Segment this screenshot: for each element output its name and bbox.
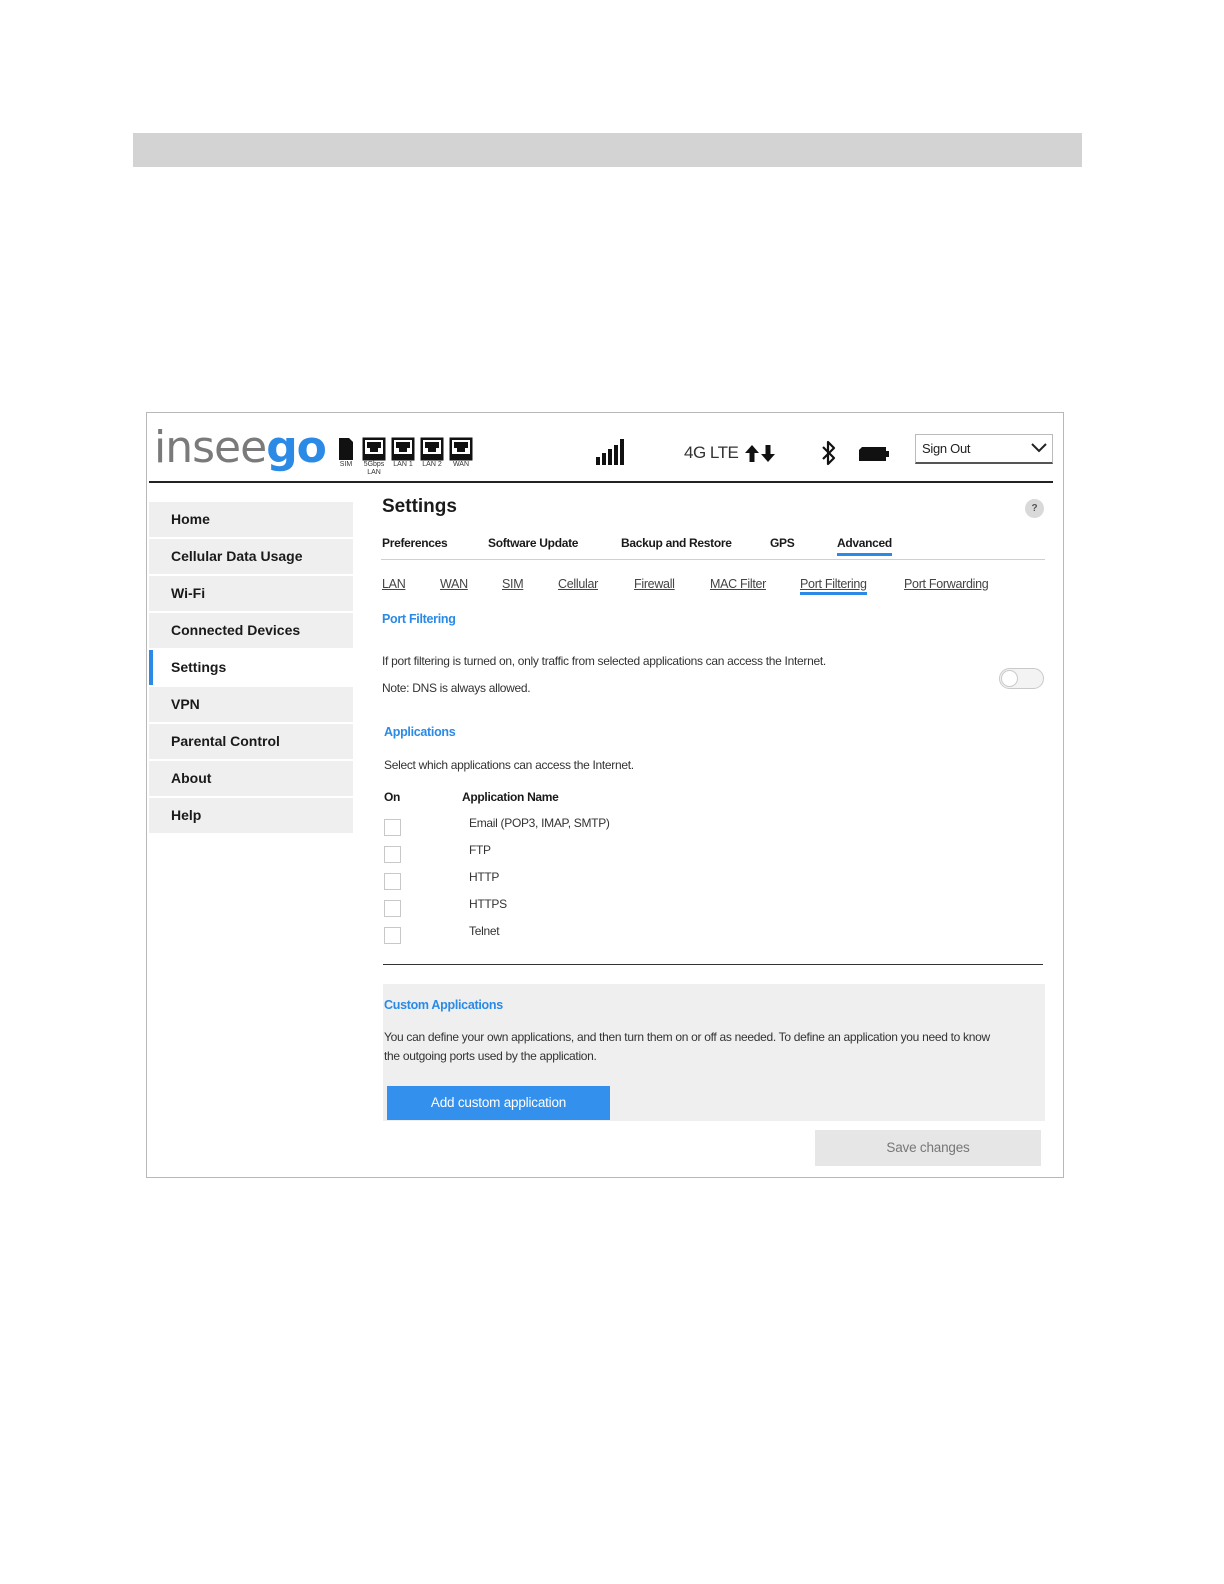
sidebar-item-cellular-data-usage[interactable]: Cellular Data Usage: [149, 539, 353, 574]
tab-gps[interactable]: GPS: [770, 536, 795, 550]
app-checkbox-email[interactable]: [384, 819, 401, 836]
sidebar-item-home[interactable]: Home: [149, 502, 353, 537]
tab-software-update[interactable]: Software Update: [488, 536, 578, 550]
ethernet-port-icon: [420, 437, 444, 461]
tab-backup-and-restore[interactable]: Backup and Restore: [621, 536, 732, 550]
router-admin-window: inseego SIM 5Gbps LAN LAN 1 LAN 2 WAN 4G…: [146, 412, 1064, 1178]
table-row: Email (POP3, IMAP, SMTP): [384, 816, 1024, 843]
app-name: Email (POP3, IMAP, SMTP): [469, 816, 610, 830]
network-type-label: 4G LTE: [684, 443, 739, 462]
chevron-down-icon: [1031, 443, 1047, 453]
page-header-band: [133, 133, 1082, 167]
sidebar-nav: Home Cellular Data Usage Wi-Fi Connected…: [149, 502, 353, 835]
sidebar-item-wifi[interactable]: Wi-Fi: [149, 576, 353, 611]
column-header-application-name: Application Name: [462, 790, 559, 804]
app-name: HTTP: [469, 870, 500, 884]
app-name: FTP: [469, 843, 491, 857]
sidebar-item-parental-control[interactable]: Parental Control: [149, 724, 353, 759]
sidebar-item-about[interactable]: About: [149, 761, 353, 796]
subtab-sim[interactable]: SIM: [502, 577, 524, 591]
port-filtering-heading: Port Filtering: [382, 612, 456, 626]
lan-1-port: LAN 1: [390, 437, 416, 469]
sidebar-item-settings[interactable]: Settings: [149, 650, 353, 685]
custom-applications-heading: Custom Applications: [384, 998, 503, 1012]
custom-applications-description-line-2: the outgoing ports used by the applicati…: [384, 1049, 597, 1063]
lan-2-port: LAN 2: [419, 437, 445, 469]
signal-bars-icon: [596, 439, 624, 465]
port-filtering-toggle[interactable]: [999, 668, 1044, 689]
help-icon[interactable]: ?: [1025, 499, 1044, 518]
sidebar-item-help[interactable]: Help: [149, 798, 353, 833]
table-row: HTTP: [384, 870, 1024, 897]
dns-note: Note: DNS is always allowed.: [382, 681, 531, 695]
bluetooth-icon: [822, 440, 836, 466]
sim-port: SIM: [337, 437, 355, 469]
page-title: Settings: [382, 496, 457, 517]
sidebar-item-vpn[interactable]: VPN: [149, 687, 353, 722]
app-checkbox-telnet[interactable]: [384, 927, 401, 944]
wan-port: WAN: [448, 437, 474, 469]
custom-applications-description-line-1: You can define your own applications, an…: [384, 1030, 990, 1044]
subtab-port-filtering[interactable]: Port Filtering: [800, 577, 867, 595]
table-row: HTTPS: [384, 897, 1024, 924]
port-filtering-description: If port filtering is turned on, only tra…: [382, 654, 826, 668]
subtab-mac-filter[interactable]: MAC Filter: [710, 577, 766, 591]
table-row: FTP: [384, 843, 1024, 870]
lan-5gbps-port: 5Gbps LAN: [361, 437, 387, 477]
sidebar-item-connected-devices[interactable]: Connected Devices: [149, 613, 353, 648]
table-row: Telnet: [384, 924, 1024, 951]
subtab-wan[interactable]: WAN: [440, 577, 468, 591]
top-status-bar: inseego SIM 5Gbps LAN LAN 1 LAN 2 WAN 4G…: [149, 413, 1053, 483]
subtab-lan[interactable]: LAN: [382, 577, 406, 591]
advanced-subtabs: LAN WAN SIM Cellular Firewall MAC Filter…: [381, 577, 1045, 599]
ethernet-port-icon: [391, 437, 415, 461]
tab-advanced[interactable]: Advanced: [837, 536, 892, 556]
subtab-port-forwarding[interactable]: Port Forwarding: [904, 577, 989, 591]
tab-preferences[interactable]: Preferences: [382, 536, 448, 550]
subtab-cellular[interactable]: Cellular: [558, 577, 598, 591]
subtab-firewall[interactable]: Firewall: [634, 577, 675, 591]
section-divider: [383, 964, 1043, 965]
app-checkbox-https[interactable]: [384, 900, 401, 917]
ethernet-port-icon: [449, 437, 473, 461]
applications-heading: Applications: [384, 725, 456, 739]
applications-description: Select which applications can access the…: [384, 758, 634, 772]
app-checkbox-http[interactable]: [384, 873, 401, 890]
battery-icon: [859, 447, 889, 461]
app-checkbox-ftp[interactable]: [384, 846, 401, 863]
sim-card-icon: [339, 438, 353, 460]
app-name: Telnet: [469, 924, 500, 938]
add-custom-application-button[interactable]: Add custom application: [387, 1086, 610, 1120]
inseego-logo: inseego: [154, 422, 327, 473]
save-changes-button[interactable]: Save changes: [815, 1130, 1041, 1166]
ethernet-port-icon: [362, 437, 386, 461]
sign-out-dropdown[interactable]: Sign Out: [915, 434, 1053, 464]
app-name: HTTPS: [469, 897, 507, 911]
up-down-arrows-icon: [745, 445, 775, 462]
settings-tabs: Preferences Software Update Backup and R…: [381, 533, 1045, 560]
custom-applications-panel: Custom Applications You can define your …: [383, 984, 1045, 1121]
toggle-knob: [1001, 670, 1018, 687]
column-header-on: On: [384, 790, 401, 804]
